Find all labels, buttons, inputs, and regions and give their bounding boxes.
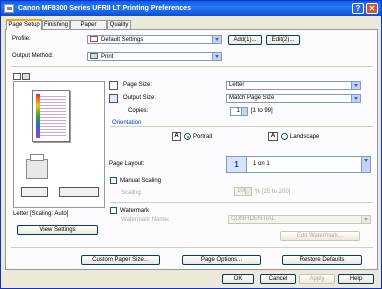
orientation-rule <box>110 126 373 127</box>
page-layout-icon: 1 <box>227 157 247 172</box>
portrait-radio[interactable] <box>184 133 191 140</box>
divider <box>110 202 373 203</box>
chevron-down-icon <box>361 157 370 172</box>
page-size-label: Page Size: <box>123 82 153 88</box>
custom-paper-size-button[interactable]: Custom Paper Size... <box>81 255 160 265</box>
scaling-range: % [25 to 200] <box>255 189 291 195</box>
copies-range: [1 to 99] <box>251 108 273 114</box>
preview-content <box>36 94 66 138</box>
edit-watermark-button[interactable]: Edit Watermark... <box>280 231 360 241</box>
tab-finishing[interactable]: Finishing <box>42 20 70 29</box>
scaling-spinner[interactable]: 100 <box>234 187 252 196</box>
page-options-button[interactable]: Page Options... <box>182 255 261 265</box>
scaling-label: Scaling: <box>121 190 143 196</box>
copies-value: 1 <box>236 108 240 114</box>
chevron-down-icon <box>351 95 360 102</box>
portrait-icon: A <box>172 132 181 141</box>
page-size-select[interactable]: Letter <box>226 81 361 90</box>
chevron-down-icon <box>361 216 370 223</box>
watermark-label[interactable]: Watermark <box>120 208 149 214</box>
copies-label: Copies: <box>128 108 149 114</box>
page-size-icon <box>109 81 118 90</box>
tab-page-setup[interactable]: Page Setup <box>6 19 42 30</box>
restore-defaults-button[interactable]: Restore Defaults <box>282 255 362 265</box>
profile-value: Default Settings <box>101 37 144 43</box>
title-bar[interactable]: Canon MF8300 Series UFRII LT Printing Pr… <box>1 1 381 16</box>
watermark-checkbox[interactable] <box>110 207 117 214</box>
copies-spinner[interactable]: 1 <box>230 107 248 116</box>
paper-stack-icon <box>30 154 44 161</box>
profile-label: Profile: <box>12 36 31 42</box>
spinner-arrows-icon <box>245 188 251 195</box>
divider <box>11 247 373 248</box>
printer-icon <box>90 53 98 59</box>
watermark-name-label: Watermark Name: <box>121 217 170 223</box>
printing-preferences-window: Canon MF8300 Series UFRII LT Printing Pr… <box>0 0 382 289</box>
watermark-name-select[interactable]: CONFIDENTIAL <box>228 215 371 224</box>
output-method-label: Output Method: <box>12 53 54 59</box>
page-layout-value: 1 on 1 <box>253 161 270 167</box>
preview-status-text: Letter [Scaling: Auto] <box>13 211 69 217</box>
output-size-value: Match Page Size <box>229 95 275 101</box>
page-layout-label: Page Layout: <box>109 161 145 167</box>
preview-color-band <box>36 94 40 138</box>
portrait-label[interactable]: Portrait <box>193 134 212 140</box>
view-settings-button[interactable]: View Settings <box>17 225 98 235</box>
page-size-value: Letter <box>229 82 245 88</box>
profile-select[interactable]: Default Settings <box>87 35 222 44</box>
page-layout-select[interactable]: 1 1 on 1 <box>226 156 371 173</box>
landscape-label[interactable]: Landscape <box>290 134 319 140</box>
spinner-arrows-icon[interactable] <box>241 108 247 115</box>
manual-scaling-label[interactable]: Manual Scaling <box>120 178 161 184</box>
output-size-select[interactable]: Match Page Size <box>226 94 361 103</box>
preview-layout-icon[interactable] <box>13 73 21 80</box>
tab-paper-source[interactable]: Paper Source <box>70 20 107 36</box>
add-profile-button[interactable]: Add(1)... <box>228 35 262 45</box>
manual-scaling-checkbox[interactable] <box>110 177 117 184</box>
divider <box>11 66 373 67</box>
landscape-radio[interactable] <box>281 133 288 140</box>
preview-printer-icon[interactable] <box>22 73 30 80</box>
finishing-icon-group-1 <box>21 187 48 197</box>
apply-button[interactable]: Apply <box>299 274 335 284</box>
finishing-icon-group-2 <box>59 187 99 197</box>
page-setup-panel: Profile: Default Settings Add(1)... Edit… <box>5 29 378 270</box>
tab-quality[interactable]: Quality <box>107 20 131 29</box>
printer-app-icon <box>4 4 14 13</box>
ok-button[interactable]: OK <box>222 274 254 284</box>
output-size-label: Output Size: <box>123 95 157 101</box>
output-method-value: Print <box>101 54 114 60</box>
preview-sheet <box>32 90 70 142</box>
output-method-select[interactable]: Print <box>87 52 222 61</box>
chevron-down-icon <box>212 36 221 43</box>
close-button[interactable]: ✕ <box>366 3 378 14</box>
window-title: Canon MF8300 Series UFRII LT Printing Pr… <box>18 5 191 12</box>
help-title-button[interactable]: ? <box>352 3 364 14</box>
chevron-down-icon <box>212 53 221 60</box>
watermark-name-value: CONFIDENTIAL <box>231 216 276 222</box>
output-size-icon <box>109 94 118 103</box>
cancel-button[interactable]: Cancel <box>260 274 296 284</box>
landscape-icon: A <box>268 132 278 141</box>
printer-illustration <box>26 154 48 179</box>
chevron-down-icon <box>351 82 360 89</box>
help-button[interactable]: Help <box>338 274 374 284</box>
page-preview <box>13 81 105 208</box>
profile-icon <box>90 36 98 42</box>
edit-profile-button[interactable]: Edit(2)... <box>266 35 300 45</box>
